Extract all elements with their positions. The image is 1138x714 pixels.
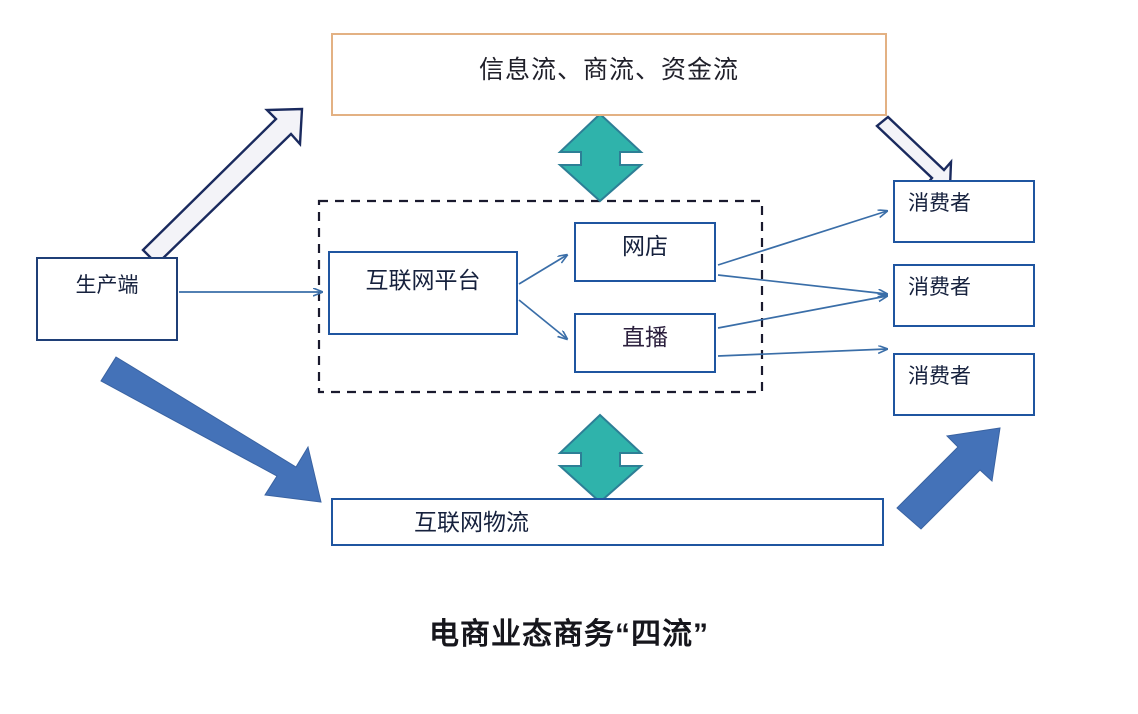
connector-live-to-consumer-2 [717,296,887,329]
diagram-caption-text: 电商业态商务“四流” [429,618,709,651]
thick-arrow-logistics-to-consumer [896,427,1001,530]
node-internet-logistics-box[interactable]: 互联网物流 [331,498,884,546]
node-consumer-label-2: 消费者 [908,276,971,299]
node-livestream-box[interactable]: 直播 [574,313,716,373]
node-internet-logistics-label: 互联网物流 [414,509,529,535]
node-consumer-box-2[interactable]: 消费者 [893,264,1035,327]
connector-live-to-consumer-3 [717,349,887,357]
node-online-shop-label: 网店 [622,233,668,259]
node-information-flow-label: 信息流、商流、资金流 [478,56,739,84]
node-producer-label: 生产端 [75,274,139,297]
node-consumer-label-3: 消费者 [908,365,971,388]
teal-double-arrow-top [557,112,644,203]
node-information-flow-box[interactable]: 信息流、商流、资金流 [331,33,887,116]
diagram-caption: 电商业态商务“四流” [0,618,1138,652]
node-consumer-label-1: 消费者 [908,192,971,215]
node-internet-platform-label: 互联网平台 [365,267,481,293]
connector-platform-to-live [518,299,567,339]
node-livestream-label: 直播 [622,324,668,350]
thick-arrow-producer-to-logistics [100,356,322,503]
node-producer-box[interactable]: 生产端 [36,257,178,341]
node-consumer-box-1[interactable]: 消费者 [893,180,1035,243]
diagram-canvas: 信息流、商流、资金流 生产端 互联网平台 网店 直播 消费者 消费者 消费者 互… [0,0,1138,714]
connector-shop-to-consumer-2 [717,274,887,294]
hollow-arrow-info-flow-to-consumer [875,115,953,189]
connector-platform-to-shop [518,255,567,285]
node-consumer-box-3[interactable]: 消费者 [893,353,1035,416]
hollow-arrow-producer-to-info-flow [141,107,304,266]
node-online-shop-box[interactable]: 网店 [574,222,716,282]
connector-shop-to-consumer-1 [717,211,887,266]
node-internet-platform-box[interactable]: 互联网平台 [328,251,518,335]
teal-double-arrow-bottom [557,413,644,504]
